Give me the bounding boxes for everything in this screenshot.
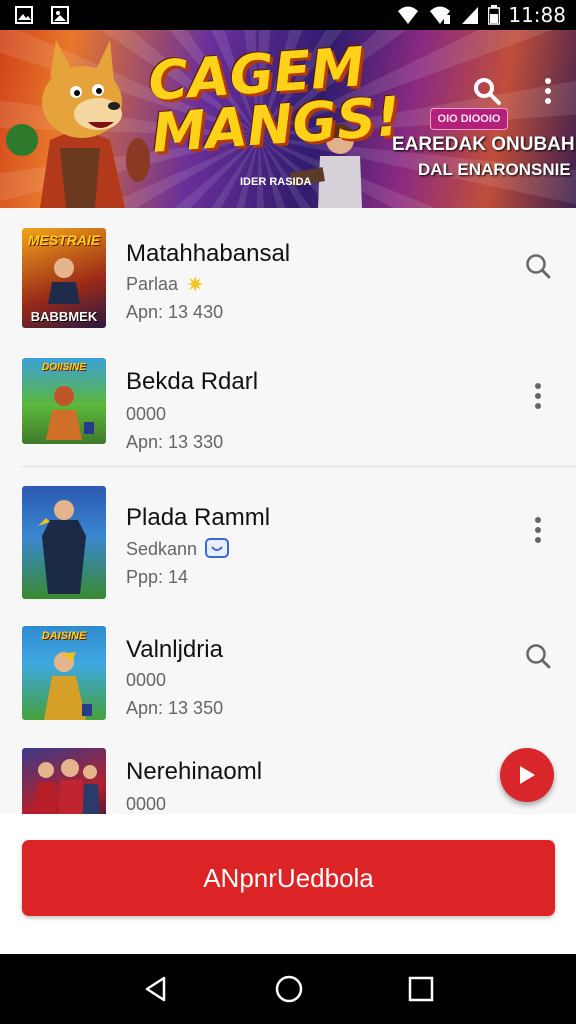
thumb-title: DOIISINE [42, 362, 86, 373]
app-info-line1: Sedkann [126, 538, 230, 560]
app-info-line1: Parlaa ✷ [126, 271, 205, 297]
search-icon[interactable] [472, 76, 502, 106]
back-icon[interactable] [142, 975, 170, 1003]
gallery-icon [15, 6, 33, 24]
list-item[interactable]: MESTRAIE BABBMEK Matahhabansal Parlaa ✷ … [0, 208, 576, 338]
wifi-signal-icon [430, 6, 451, 24]
app-info-line2: Ppp: 14 [126, 567, 189, 587]
promo-banner[interactable]: CAGEM MANGS! IDER RASIDA OIO DIOOIO EARE… [0, 30, 576, 208]
banner-title: CAGEM MANGS! [146, 35, 403, 165]
search-icon[interactable] [522, 640, 554, 672]
battery-icon [488, 5, 501, 25]
banner-title-line2: MANGS! [149, 84, 403, 165]
status-time: 11:88 [508, 3, 566, 27]
app-title: Bekda Rdarl [126, 368, 259, 395]
app-info-line1: 0000 [126, 794, 167, 814]
navigation-bar [0, 954, 576, 1024]
play-button[interactable] [500, 748, 554, 802]
app-title: Matahhabansal [126, 240, 291, 267]
primary-action-button[interactable]: ANpnrUedbola [22, 840, 555, 916]
image-icon [51, 6, 69, 24]
app-thumbnail[interactable]: DOIISINE [22, 358, 106, 444]
search-icon[interactable] [522, 250, 554, 282]
app-info-text: Sedkann [126, 538, 198, 559]
more-vert-icon[interactable] [522, 514, 554, 546]
promo-badge[interactable]: OIO DIOOIO [430, 108, 508, 130]
thumb-character [46, 386, 94, 440]
app-info-line1: 0000 [126, 670, 167, 690]
banner-mascot [6, 40, 150, 208]
thumb-title: DAISINE [41, 630, 87, 642]
more-vert-icon[interactable] [536, 76, 560, 106]
app-thumbnail[interactable]: MESTRAIE BABBMEK [22, 228, 106, 328]
list-item[interactable]: DOIISINE Bekda Rdarl 0000 Apn: 13 330 [0, 338, 576, 466]
app-title: Nerehinaoml [126, 758, 263, 785]
list-divider [22, 466, 576, 467]
app-info-line2: Apn: 13 430 [126, 302, 224, 322]
app-thumbnail[interactable] [22, 748, 106, 814]
thumb-character [38, 500, 86, 594]
app-list[interactable]: MESTRAIE BABBMEK Matahhabansal Parlaa ✷ … [0, 208, 576, 814]
promo-line-1: EAREDAK ONUBAH [392, 134, 575, 155]
app-title: Plada Ramml [126, 504, 271, 531]
recents-icon[interactable] [408, 976, 434, 1002]
app-info-line2: Apn: 13 350 [126, 698, 224, 718]
chat-icon [205, 538, 230, 558]
app-thumbnail[interactable] [22, 486, 106, 599]
thumb-subtitle: BABBMEK [30, 309, 98, 324]
banner-subtitle: IDER RASIDA [240, 176, 312, 188]
play-icon [520, 766, 535, 784]
thumb-character [48, 258, 80, 304]
app-info-line2: Apn: 13 330 [126, 432, 224, 452]
app-info-line1: 0000 [126, 404, 167, 424]
list-item[interactable]: Nerehinaoml 0000 [0, 734, 576, 814]
thumb-character [35, 759, 100, 814]
status-bar: 11:88 [0, 0, 576, 30]
thumb-character [44, 652, 92, 720]
promo-line-2: DAL ENARONSNIE [418, 160, 571, 179]
cell-signal-icon [462, 7, 479, 24]
thumb-title: MESTRAIE [27, 232, 101, 248]
home-icon[interactable] [274, 974, 304, 1004]
list-item[interactable]: DAISINE Valnljdria 0000 Apn: 13 350 [0, 608, 576, 734]
app-thumbnail[interactable]: DAISINE [22, 626, 106, 720]
list-item[interactable]: Plada Ramml Sedkann Ppp: 14 [0, 468, 576, 608]
app-title: Valnljdria [126, 636, 223, 663]
more-vert-icon[interactable] [522, 380, 554, 412]
wifi-icon [398, 6, 419, 24]
star-icon: ✷ [186, 271, 205, 297]
app-info-text: Parlaa [126, 274, 179, 294]
